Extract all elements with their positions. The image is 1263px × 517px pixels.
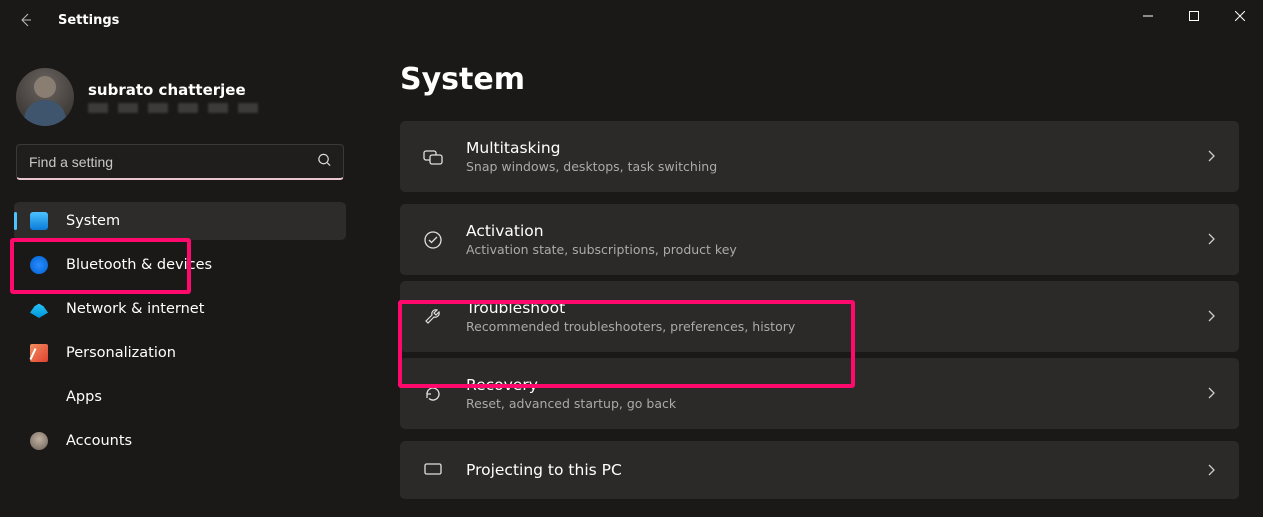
user-email-redacted — [88, 103, 258, 113]
checkmark-circle-icon — [422, 229, 444, 251]
maximize-icon — [1189, 11, 1199, 21]
chevron-right-icon — [1205, 147, 1217, 166]
multitasking-icon — [422, 146, 444, 168]
card-recovery[interactable]: Recovery Reset, advanced startup, go bac… — [400, 358, 1239, 429]
recovery-icon — [422, 383, 444, 405]
sidebar-item-network[interactable]: Network & internet — [14, 290, 346, 328]
close-icon — [1235, 11, 1245, 21]
sidebar-item-label: Accounts — [66, 433, 132, 449]
sidebar-item-label: Personalization — [66, 345, 176, 361]
arrow-left-icon — [18, 12, 34, 28]
card-multitasking[interactable]: Multitasking Snap windows, desktops, tas… — [400, 121, 1239, 192]
search-field[interactable] — [16, 144, 344, 180]
card-troubleshoot[interactable]: Troubleshoot Recommended troubleshooters… — [400, 281, 1239, 352]
card-subtitle: Activation state, subscriptions, product… — [466, 242, 1183, 257]
wifi-icon — [30, 300, 48, 318]
window-controls — [1125, 0, 1263, 32]
card-title: Troubleshoot — [466, 299, 1183, 317]
chevron-right-icon — [1205, 384, 1217, 403]
wrench-icon — [422, 306, 444, 328]
card-title: Recovery — [466, 376, 1183, 394]
chevron-right-icon — [1205, 230, 1217, 249]
sidebar-item-apps[interactable]: Apps — [14, 378, 346, 416]
nav-list: System Bluetooth & devices Network & int… — [10, 202, 350, 460]
settings-card-list: Multitasking Snap windows, desktops, tas… — [400, 121, 1239, 499]
chevron-right-icon — [1205, 461, 1217, 480]
apps-icon — [30, 388, 48, 406]
card-projecting[interactable]: Projecting to this PC — [400, 441, 1239, 499]
sidebar-item-accounts[interactable]: Accounts — [14, 422, 346, 460]
content: System Multitasking Snap windows, deskto… — [360, 40, 1263, 517]
sidebar-item-personalization[interactable]: Personalization — [14, 334, 346, 372]
maximize-button[interactable] — [1171, 0, 1217, 32]
bluetooth-icon — [30, 256, 48, 274]
card-subtitle: Recommended troubleshooters, preferences… — [466, 319, 1183, 334]
card-title: Activation — [466, 222, 1183, 240]
minimize-button[interactable] — [1125, 0, 1171, 32]
sidebar: subrato chatterjee System Bluetooth & de… — [0, 40, 360, 517]
window-title: Settings — [58, 13, 119, 28]
titlebar: Settings — [0, 0, 1263, 40]
sidebar-item-system[interactable]: System — [14, 202, 346, 240]
close-button[interactable] — [1217, 0, 1263, 32]
card-title: Multitasking — [466, 139, 1183, 157]
system-icon — [30, 212, 48, 230]
projecting-icon — [422, 459, 444, 481]
back-button[interactable] — [8, 2, 44, 38]
sidebar-item-label: Bluetooth & devices — [66, 257, 212, 273]
sidebar-item-label: Network & internet — [66, 301, 204, 317]
card-activation[interactable]: Activation Activation state, subscriptio… — [400, 204, 1239, 275]
sidebar-item-label: System — [66, 213, 120, 229]
paintbrush-icon — [30, 344, 48, 362]
avatar — [16, 68, 74, 126]
card-title: Projecting to this PC — [466, 461, 1183, 479]
user-profile[interactable]: subrato chatterjee — [10, 60, 350, 144]
sidebar-item-label: Apps — [66, 389, 102, 405]
card-subtitle: Snap windows, desktops, task switching — [466, 159, 1183, 174]
chevron-right-icon — [1205, 307, 1217, 326]
sidebar-item-bluetooth[interactable]: Bluetooth & devices — [14, 246, 346, 284]
search-icon — [317, 153, 332, 172]
person-icon — [30, 432, 48, 450]
card-subtitle: Reset, advanced startup, go back — [466, 396, 1183, 411]
user-name: subrato chatterjee — [88, 81, 258, 99]
minimize-icon — [1143, 11, 1153, 21]
search-input[interactable] — [16, 144, 344, 180]
page-title: System — [400, 62, 1239, 97]
